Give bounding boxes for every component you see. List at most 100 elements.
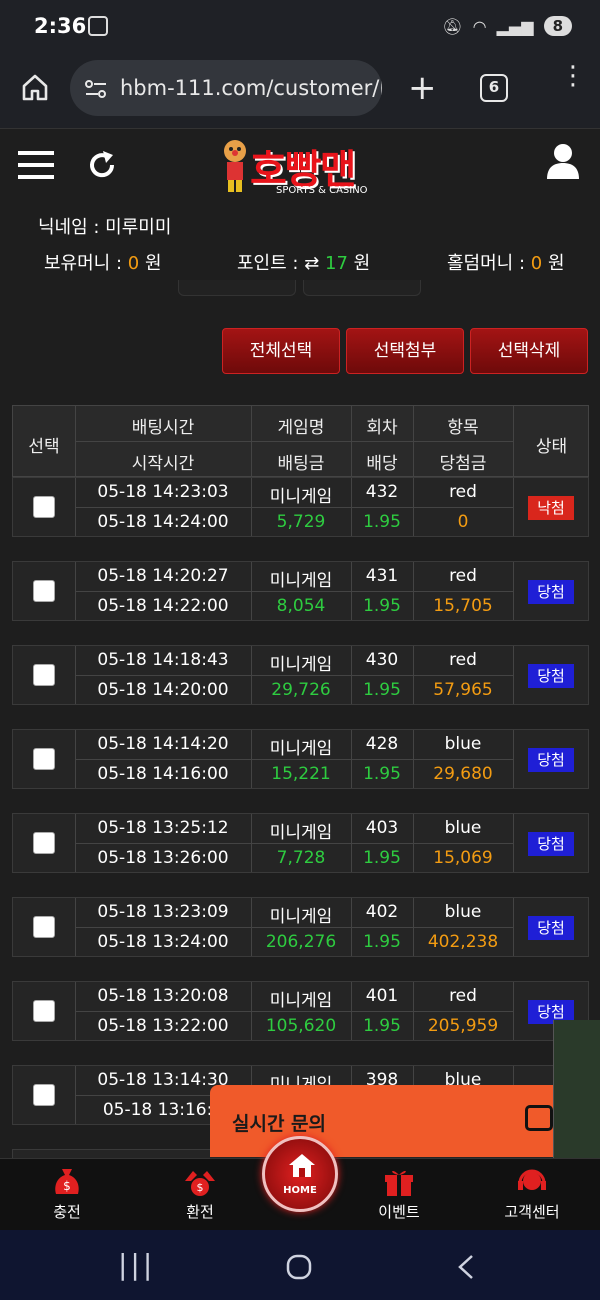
header-odds: 배당 <box>366 454 398 474</box>
start-time: 05-18 14:22:00 <box>97 596 229 616</box>
bet-time: 05-18 13:20:08 <box>97 986 229 1006</box>
round: 431 <box>365 566 399 586</box>
user-icon[interactable] <box>546 143 580 181</box>
back-icon[interactable] <box>456 1254 476 1280</box>
status-time: 2:36 <box>34 14 87 38</box>
row-checkbox[interactable] <box>33 1084 55 1106</box>
browser-menu-icon[interactable]: ⋮ <box>560 63 586 89</box>
bet-amount: 15,221 <box>271 764 331 784</box>
bet-amount: 105,620 <box>265 1016 337 1036</box>
android-home-icon[interactable] <box>286 1254 312 1280</box>
nav-support[interactable]: 고객센터 <box>492 1163 572 1222</box>
status-bar: 2:36 🔕︎ ◠ ▂▄▆ 8 <box>0 0 600 56</box>
win-amount: 402,238 <box>427 932 499 952</box>
address-bar[interactable]: hbm-111.com/customer/b <box>70 60 382 116</box>
bet-amount: 7,728 <box>276 848 326 868</box>
table-row: 05-18 14:14:20 05-18 14:16:00 미니게임 15,221 42… <box>12 729 589 789</box>
bet-amount: 5,729 <box>276 512 326 532</box>
row-checkbox[interactable] <box>33 496 55 518</box>
table-row: 05-18 14:20:27 05-18 14:22:00 미니게임 8,054 431… <box>12 561 589 621</box>
nickname: 닉네임 : 미루미미 <box>38 217 172 238</box>
chat-icon <box>525 1105 553 1131</box>
header-item: 항목 <box>447 418 479 438</box>
header-status: 상태 <box>535 437 568 457</box>
game-name: 미니게임 <box>269 487 333 507</box>
points-balance: 포인트 : ⇄ 17 원 <box>237 249 370 275</box>
row-checkbox[interactable] <box>33 1000 55 1022</box>
browser-home-icon[interactable] <box>20 72 50 102</box>
select-all-button[interactable]: 전체선택 <box>222 328 340 374</box>
nav-charge[interactable]: $ 충전 <box>27 1163 107 1222</box>
site-settings-icon[interactable] <box>84 78 108 100</box>
win-amount: 0 <box>457 512 469 532</box>
screen: 2:36 🔕︎ ◠ ▂▄▆ 8 hbm-111.com/customer/b +… <box>0 0 600 1300</box>
new-tab-icon[interactable]: + <box>408 68 437 108</box>
odds: 1.95 <box>363 596 401 616</box>
tab-switcher-button[interactable]: 6 <box>480 74 508 102</box>
game-name: 미니게임 <box>269 991 333 1011</box>
bet-amount: 29,726 <box>271 680 331 700</box>
hamburger-icon[interactable] <box>18 149 54 181</box>
round: 428 <box>365 734 399 754</box>
bet-history-table: 선택 배팅시간 시작시간 게임명 배팅금 회차 배당 항목 당첨금 상태 05-… <box>12 405 589 1161</box>
status-badge: 당첨 <box>528 832 574 856</box>
start-time: 05-18 13:22:00 <box>97 1016 229 1036</box>
win-amount: 15,705 <box>433 596 493 616</box>
table-row: 05-18 14:23:03 05-18 14:24:00 미니게임 5,729 432… <box>12 477 589 537</box>
status-badge: 당첨 <box>528 580 574 604</box>
header-bet-time: 배팅시간 <box>131 418 195 438</box>
table-row: 05-18 13:20:08 05-18 13:22:00 미니게임 105,620 4… <box>12 981 589 1041</box>
site-logo[interactable]: 호빵맨 SPORTS & CASINO <box>220 135 390 201</box>
status-badge: 당첨 <box>528 664 574 688</box>
nav-exchange[interactable]: $ 환전 <box>160 1163 240 1222</box>
table-row: 05-18 13:23:09 05-18 13:24:00 미니게임 206,276 4… <box>12 897 589 957</box>
bet-item: blue <box>444 734 482 754</box>
bet-item: red <box>449 566 477 586</box>
odds: 1.95 <box>363 512 401 532</box>
money-label: 보유머니 : <box>44 253 123 274</box>
round: 403 <box>365 818 399 838</box>
nav-event-label: 이벤트 <box>378 1203 420 1221</box>
status-icons: 🔕︎ ◠ ▂▄▆ 8 <box>442 16 572 36</box>
money-balance: 보유머니 : 0 원 <box>44 249 162 275</box>
start-time: 05-18 14:16:00 <box>97 764 229 784</box>
exchange-arrows-icon[interactable]: ⇄ <box>304 253 319 274</box>
game-name: 미니게임 <box>269 823 333 843</box>
nav-support-label: 고객센터 <box>504 1203 560 1221</box>
row-checkbox[interactable] <box>33 832 55 854</box>
row-checkbox[interactable] <box>33 748 55 770</box>
game-name: 미니게임 <box>269 571 333 591</box>
gift-icon <box>382 1167 416 1197</box>
win-amount: 57,965 <box>433 680 493 700</box>
floating-video-thumbnail[interactable] <box>553 1020 600 1175</box>
delete-selected-button[interactable]: 선택삭제 <box>470 328 588 374</box>
recent-apps-icon[interactable]: ||| <box>118 1248 155 1281</box>
row-checkbox[interactable] <box>33 664 55 686</box>
mascot-icon <box>224 140 246 192</box>
home-button[interactable]: HOME <box>262 1136 338 1212</box>
exchange-icon: $ <box>183 1167 217 1197</box>
win-amount: 205,959 <box>427 1016 499 1036</box>
row-checkbox[interactable] <box>33 580 55 602</box>
bet-time: 05-18 14:23:03 <box>97 482 229 502</box>
start-time: 05-18 13:26:00 <box>97 848 229 868</box>
screenshot-icon <box>88 16 108 36</box>
game-name: 미니게임 <box>269 907 333 927</box>
nav-event[interactable]: 이벤트 <box>359 1163 439 1222</box>
live-chat-label: 실시간 문의 <box>232 1113 327 1135</box>
win-amount: 29,680 <box>433 764 493 784</box>
round: 430 <box>365 650 399 670</box>
live-chat-popup[interactable]: 실시간 문의 <box>210 1085 553 1157</box>
refresh-icon[interactable] <box>86 149 118 181</box>
odds: 1.95 <box>363 932 401 952</box>
svg-text:$: $ <box>63 1179 71 1193</box>
status-badge: 낙첨 <box>528 496 574 520</box>
money-unit: 원 <box>144 253 162 274</box>
row-checkbox[interactable] <box>33 916 55 938</box>
start-time: 05-18 14:20:00 <box>97 680 229 700</box>
attach-selected-button[interactable]: 선택첨부 <box>346 328 464 374</box>
tab-remnant-right <box>303 280 421 296</box>
holdem-unit: 원 <box>547 253 565 274</box>
status-badge: 당첨 <box>528 916 574 940</box>
url-text: hbm-111.com/customer/b <box>120 76 382 100</box>
